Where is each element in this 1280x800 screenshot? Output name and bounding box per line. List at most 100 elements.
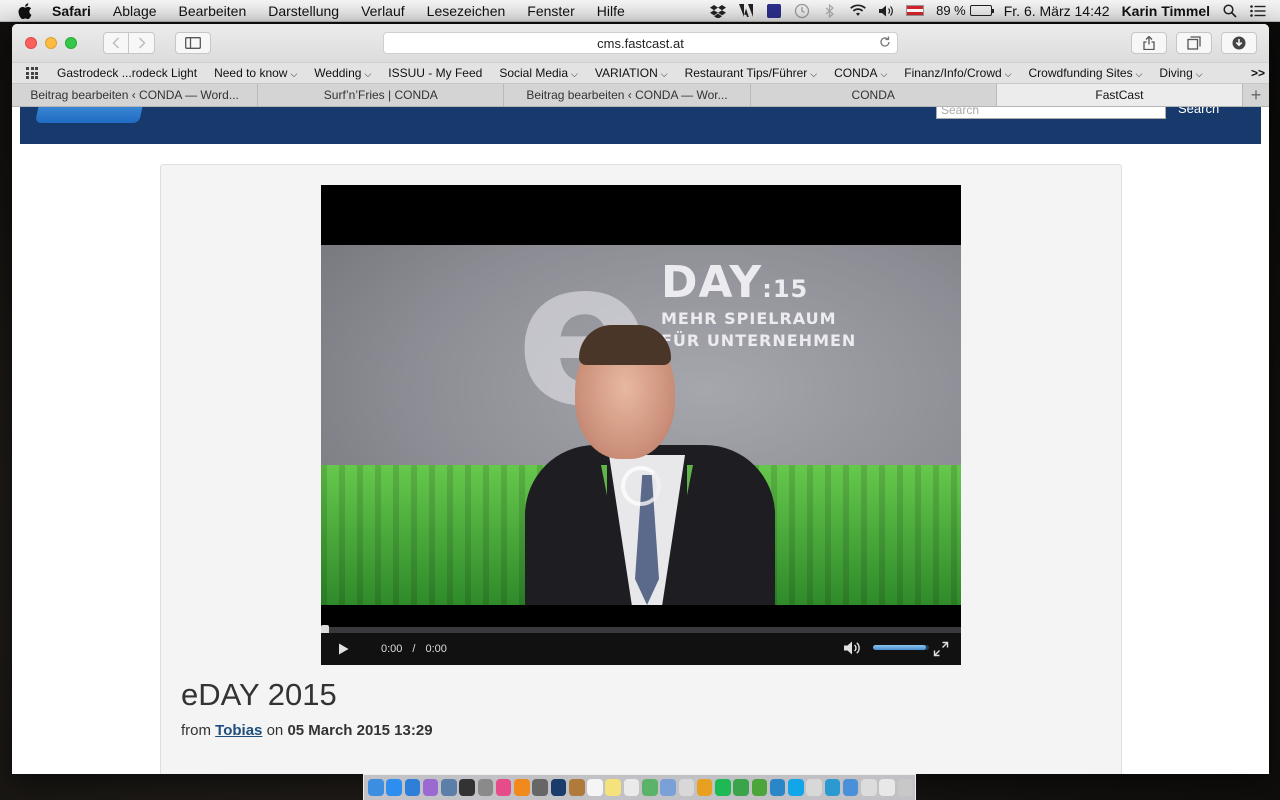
- bookmark-folder-variation[interactable]: VARIATION ⌵: [595, 66, 668, 80]
- menu-hilfe[interactable]: Hilfe: [597, 3, 625, 19]
- dock-tweetdeck-icon[interactable]: [769, 779, 786, 796]
- bookmark-folder-conda[interactable]: CONDA ⌵: [834, 66, 887, 80]
- play-button[interactable]: [321, 633, 365, 665]
- dock-trash-icon[interactable]: [897, 779, 914, 796]
- dropbox-icon[interactable]: [710, 4, 727, 18]
- bookmark-folder-need-to-know[interactable]: Need to know ⌵: [214, 66, 297, 80]
- austria-flag-icon[interactable]: [906, 5, 925, 16]
- dock-downloads-icon[interactable]: [861, 779, 877, 796]
- tab-fastcast[interactable]: FastCast: [996, 84, 1244, 106]
- dock-app-store-icon[interactable]: [404, 779, 421, 796]
- dock-finder-icon[interactable]: [368, 779, 384, 796]
- tab-overview-button[interactable]: [1176, 32, 1212, 54]
- dock-preview-2-icon[interactable]: [678, 779, 695, 796]
- screen-app-icon[interactable]: [766, 3, 782, 18]
- dock-preview-icon[interactable]: [441, 779, 457, 796]
- close-window-button[interactable]: [25, 37, 37, 49]
- mute-button[interactable]: [843, 640, 863, 658]
- dock-maps-icon[interactable]: [641, 779, 658, 796]
- new-tab-button[interactable]: +: [1243, 84, 1269, 106]
- bookmark-folder-social-media[interactable]: Social Media ⌵: [499, 66, 578, 80]
- downloads-button[interactable]: [1221, 32, 1257, 54]
- adobe-icon[interactable]: [738, 4, 754, 18]
- video-current-time: 0:00: [381, 643, 403, 655]
- more-bookmarks-button[interactable]: >>: [1251, 66, 1265, 80]
- dock-safari-icon[interactable]: [386, 779, 402, 796]
- bluetooth-icon[interactable]: [822, 3, 838, 18]
- video-frame[interactable]: e DAY:15 MEHR SPIELRAUM FÜR UNTERNEHMEN: [321, 245, 961, 605]
- bookmark-folder-wedding[interactable]: Wedding ⌵: [314, 66, 371, 80]
- volume-slider[interactable]: [873, 645, 929, 650]
- dock-notes-icon[interactable]: [605, 779, 622, 796]
- reload-icon[interactable]: [879, 36, 891, 51]
- dock-skype-icon[interactable]: [788, 779, 804, 796]
- dock-ibooks-icon[interactable]: [514, 779, 530, 796]
- wifi-icon[interactable]: [850, 4, 866, 18]
- chevron-down-icon: ⌵: [810, 69, 818, 79]
- menu-verlauf[interactable]: Verlauf: [361, 3, 405, 19]
- menu-fenster[interactable]: Fenster: [527, 3, 574, 19]
- dock-photos-icon[interactable]: [422, 779, 439, 796]
- dock-calendar-icon[interactable]: [587, 779, 603, 796]
- dock-time-machine-icon[interactable]: [532, 779, 548, 796]
- bookmark-folder-diving[interactable]: Diving ⌵: [1159, 66, 1202, 80]
- post-author-link[interactable]: Tobias: [215, 722, 262, 739]
- back-button[interactable]: [103, 32, 129, 54]
- dock-generic-2-icon[interactable]: [842, 779, 859, 796]
- dock-notes-brown-icon[interactable]: [568, 779, 585, 796]
- menu-ablage[interactable]: Ablage: [113, 3, 157, 19]
- dock-numbers-icon[interactable]: [733, 779, 749, 796]
- clock[interactable]: Fr. 6. März 14:42: [1004, 3, 1110, 19]
- tab-surf-n-fries[interactable]: Surf’n’Fries | CONDA: [258, 84, 505, 106]
- dock-reminders-icon[interactable]: [623, 779, 640, 796]
- expand-icon: [933, 641, 949, 657]
- post-meta: from Tobias on 05 March 2015 13:29: [181, 722, 433, 739]
- dock-evernote-icon[interactable]: [751, 779, 768, 796]
- dock-itunes-icon[interactable]: [495, 779, 512, 796]
- bookmark-folder-crowdfunding[interactable]: Crowdfunding Sites ⌵: [1029, 66, 1143, 80]
- top-sites-grid-icon[interactable]: [26, 67, 40, 79]
- menu-app-name[interactable]: Safari: [52, 3, 91, 19]
- bookmark-folder-restaurant-tips[interactable]: Restaurant Tips/Führer ⌵: [685, 66, 818, 80]
- site-search-input[interactable]: Search: [936, 107, 1166, 119]
- dock-mail-icon[interactable]: [660, 779, 676, 796]
- dock-lotus-icon[interactable]: [824, 779, 841, 796]
- dock-keynote-icon[interactable]: [696, 779, 713, 796]
- site-search-button[interactable]: Search: [1178, 107, 1219, 117]
- show-sidebar-button[interactable]: [175, 32, 211, 54]
- tab-conda[interactable]: CONDA: [751, 84, 997, 106]
- video-player[interactable]: e DAY:15 MEHR SPIELRAUM FÜR UNTERNEHMEN: [321, 185, 961, 665]
- fullscreen-button[interactable]: [933, 641, 949, 657]
- dock-system-prefs-icon[interactable]: [477, 779, 494, 796]
- notification-center-icon[interactable]: [1250, 4, 1266, 18]
- safari-window: cms.fastcast.at Gastrodeck ...rodeck Lig…: [12, 24, 1269, 774]
- fastcast-logo[interactable]: [35, 107, 145, 123]
- bookmark-folder-finanz[interactable]: Finanz/Info/Crowd ⌵: [904, 66, 1011, 80]
- dock-generic-1-icon[interactable]: [806, 779, 822, 796]
- user-name[interactable]: Karin Timmel: [1122, 3, 1210, 19]
- chevron-down-icon: ⌵: [364, 69, 372, 79]
- battery-status[interactable]: 89 %: [936, 3, 994, 18]
- spotlight-search-icon[interactable]: [1222, 3, 1238, 18]
- bookmark-issuu[interactable]: ISSUU - My Feed: [388, 66, 482, 80]
- apple-icon[interactable]: [18, 2, 38, 19]
- dock-photoshop-icon[interactable]: [550, 779, 567, 796]
- share-button[interactable]: [1131, 32, 1167, 54]
- dock-documents-icon[interactable]: [879, 779, 896, 796]
- time-machine-icon[interactable]: [794, 3, 810, 18]
- tab-beitrag-bearbeiten-2[interactable]: Beitrag bearbeiten ‹ CONDA — Wor...: [504, 84, 751, 106]
- bookmark-gastrodeck[interactable]: Gastrodeck ...rodeck Light: [57, 66, 197, 80]
- tab-beitrag-bearbeiten-1[interactable]: Beitrag bearbeiten ‹ CONDA — Word...: [12, 84, 259, 106]
- menu-bearbeiten[interactable]: Bearbeiten: [179, 3, 247, 19]
- dock-spotify-icon[interactable]: [715, 779, 731, 796]
- volume-icon[interactable]: [878, 4, 894, 18]
- menu-darstellung[interactable]: Darstellung: [268, 3, 339, 19]
- chevron-down-icon: ⌵: [1004, 69, 1012, 79]
- minimize-window-button[interactable]: [45, 37, 57, 49]
- video-controls: 0:00 / 0:00: [321, 633, 961, 665]
- fullscreen-window-button[interactable]: [65, 37, 77, 49]
- address-bar[interactable]: cms.fastcast.at: [383, 32, 898, 54]
- forward-button[interactable]: [129, 32, 155, 54]
- menu-lesezeichen[interactable]: Lesezeichen: [427, 3, 506, 19]
- dock-dashboard-icon[interactable]: [459, 779, 475, 796]
